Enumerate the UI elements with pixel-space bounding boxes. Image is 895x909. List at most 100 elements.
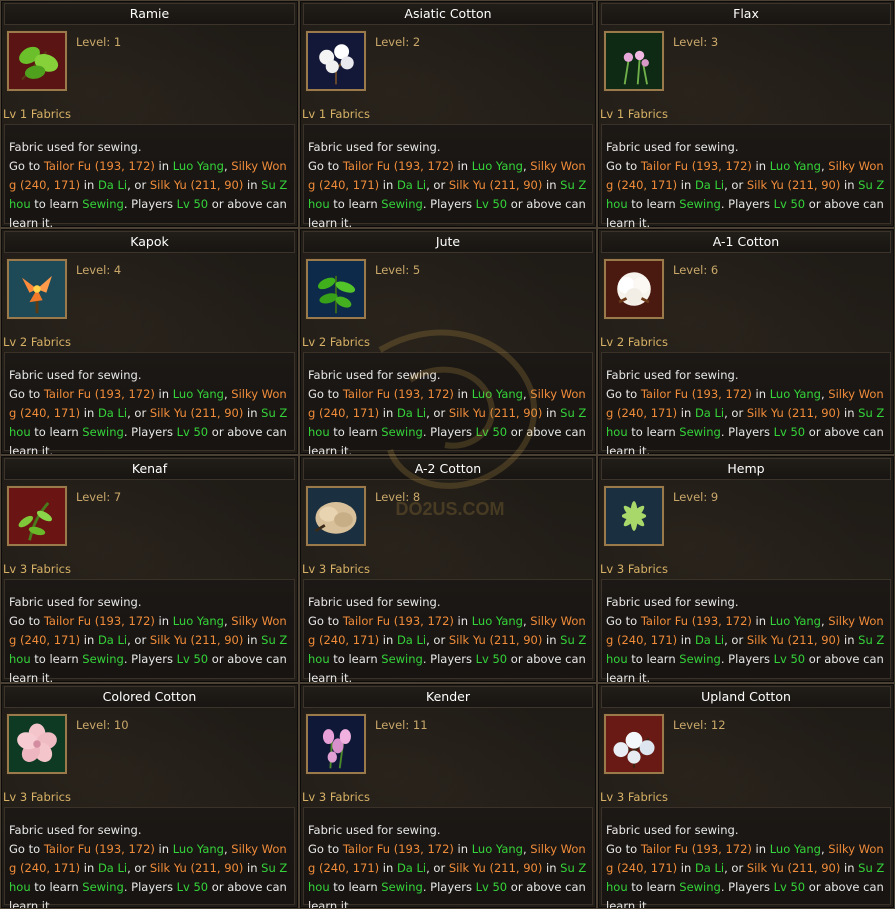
description-intro: Fabric used for sewing.: [606, 823, 739, 837]
text-go-to: Go to: [308, 842, 343, 856]
place-da-li: Da Li: [97, 633, 128, 647]
material-icon-frame[interactable]: [604, 259, 664, 319]
text-go-to: Go to: [308, 387, 343, 401]
description-instructions: Go to Tailor Fu (193, 172) in Luo Yang , …: [9, 385, 290, 454]
place-luo-yang: Luo Yang: [471, 159, 523, 173]
text-go-to: Go to: [308, 159, 343, 173]
material-icon-frame[interactable]: [306, 31, 366, 91]
npc-tailor-fu: Tailor Fu (193, 172): [640, 842, 752, 856]
material-level: Level: 2: [375, 35, 421, 49]
material-icon-frame[interactable]: [7, 259, 67, 319]
material-icon-frame[interactable]: [604, 714, 664, 774]
material-card-hemp: Hemp Level: 9 Lv 3 Fabrics Fabric used f…: [597, 455, 895, 683]
text-in: in: [677, 406, 695, 420]
text-separator: , or: [426, 406, 449, 420]
text-in: in: [840, 861, 859, 875]
material-name: Colored Cotton: [4, 686, 295, 708]
material-icon-frame[interactable]: [604, 486, 664, 546]
place-luo-yang: Luo Yang: [471, 387, 523, 401]
text-players: . Players: [720, 197, 774, 211]
material-icon-frame[interactable]: [306, 486, 366, 546]
jute-leaf-icon: [308, 261, 364, 317]
material-icon-frame[interactable]: [604, 31, 664, 91]
text-in: in: [677, 178, 695, 192]
place-da-li: Da Li: [396, 178, 427, 192]
text-separator: , or: [127, 406, 150, 420]
text-separator: , or: [724, 406, 747, 420]
text-to-learn: to learn: [329, 880, 382, 894]
text-separator: , or: [426, 178, 449, 192]
description-intro: Fabric used for sewing.: [308, 595, 441, 609]
material-description: Fabric used for sewing. Go to Tailor Fu …: [4, 807, 295, 908]
text-players: . Players: [422, 197, 476, 211]
material-level: Level: 6: [673, 263, 719, 277]
material-icon-frame[interactable]: [7, 486, 67, 546]
material-icon-frame[interactable]: [306, 714, 366, 774]
text-in: in: [379, 178, 397, 192]
fabric-level-label: Lv 1 Fabrics: [600, 107, 668, 121]
material-card-flax: Flax Level: 3 Lv 1 Fabrics Fabric used f…: [597, 0, 895, 228]
material-description: Fabric used for sewing. Go to Tailor Fu …: [303, 124, 593, 227]
fabric-level-label: Lv 1 Fabrics: [302, 107, 370, 121]
text-players: . Players: [720, 880, 774, 894]
description-instructions: Go to Tailor Fu (193, 172) in Luo Yang , …: [308, 840, 588, 908]
material-name: Hemp: [601, 458, 891, 480]
text-players: . Players: [422, 425, 476, 439]
description-intro: Fabric used for sewing.: [9, 368, 142, 382]
material-card-a-1-cotton: A-1 Cotton Level: 6 Lv 2 Fabrics Fabric …: [597, 228, 895, 455]
text-in: in: [677, 861, 695, 875]
material-icon-frame[interactable]: [7, 714, 67, 774]
text-to-learn: to learn: [30, 652, 83, 666]
text-players: . Players: [720, 425, 774, 439]
material-description: Fabric used for sewing. Go to Tailor Fu …: [4, 124, 295, 227]
text-in: in: [751, 614, 770, 628]
material-description: Fabric used for sewing. Go to Tailor Fu …: [601, 579, 891, 682]
material-name: A-2 Cotton: [303, 458, 593, 480]
text-go-to: Go to: [606, 614, 641, 628]
skill-sewing: Sewing: [679, 880, 721, 894]
description-instructions: Go to Tailor Fu (193, 172) in Luo Yang , …: [606, 385, 886, 454]
material-name: Ramie: [4, 3, 295, 25]
hemp-leaf-icon: [606, 488, 662, 544]
material-level: Level: 7: [76, 490, 122, 504]
text-in: in: [80, 406, 98, 420]
description-instructions: Go to Tailor Fu (193, 172) in Luo Yang , …: [9, 157, 290, 227]
text-in: in: [154, 387, 173, 401]
description-intro: Fabric used for sewing.: [9, 823, 142, 837]
description-intro: Fabric used for sewing.: [9, 140, 142, 154]
fabric-material-grid: Ramie Level: 1 Lv 1 Fabrics Fabric used …: [0, 0, 895, 909]
text-separator: , or: [426, 633, 449, 647]
skill-sewing: Sewing: [679, 197, 721, 211]
text-separator: , or: [127, 178, 150, 192]
flax-flower-icon: [606, 33, 662, 89]
material-icon-frame[interactable]: [7, 31, 67, 91]
npc-tailor-fu: Tailor Fu (193, 172): [640, 159, 752, 173]
place-da-li: Da Li: [97, 178, 128, 192]
text-to-learn: to learn: [627, 197, 680, 211]
text-in: in: [840, 633, 859, 647]
material-icon-frame[interactable]: [306, 259, 366, 319]
text-in: in: [542, 178, 561, 192]
description-instructions: Go to Tailor Fu (193, 172) in Luo Yang , …: [606, 840, 886, 908]
required-level: Lv 50: [176, 425, 209, 439]
material-name: Flax: [601, 3, 891, 25]
material-description: Fabric used for sewing. Go to Tailor Fu …: [303, 807, 593, 908]
text-in: in: [542, 406, 561, 420]
place-da-li: Da Li: [694, 633, 725, 647]
npc-silk-yu: Silk Yu (211, 90): [746, 633, 841, 647]
cotton-ball-icon: [606, 261, 662, 317]
required-level: Lv 50: [475, 197, 508, 211]
text-separator: , or: [724, 178, 747, 192]
material-card-kapok: Kapok Level: 4 Lv 2 Fabrics Fabric used …: [0, 228, 299, 455]
text-go-to: Go to: [9, 842, 44, 856]
description-intro: Fabric used for sewing.: [9, 595, 142, 609]
fabric-level-label: Lv 3 Fabrics: [302, 790, 370, 804]
place-da-li: Da Li: [694, 861, 725, 875]
npc-tailor-fu: Tailor Fu (193, 172): [342, 159, 454, 173]
description-intro: Fabric used for sewing.: [606, 140, 739, 154]
text-in: in: [243, 178, 262, 192]
text-players: . Players: [123, 425, 177, 439]
text-in: in: [80, 861, 98, 875]
material-description: Fabric used for sewing. Go to Tailor Fu …: [601, 807, 891, 908]
text-go-to: Go to: [308, 614, 343, 628]
